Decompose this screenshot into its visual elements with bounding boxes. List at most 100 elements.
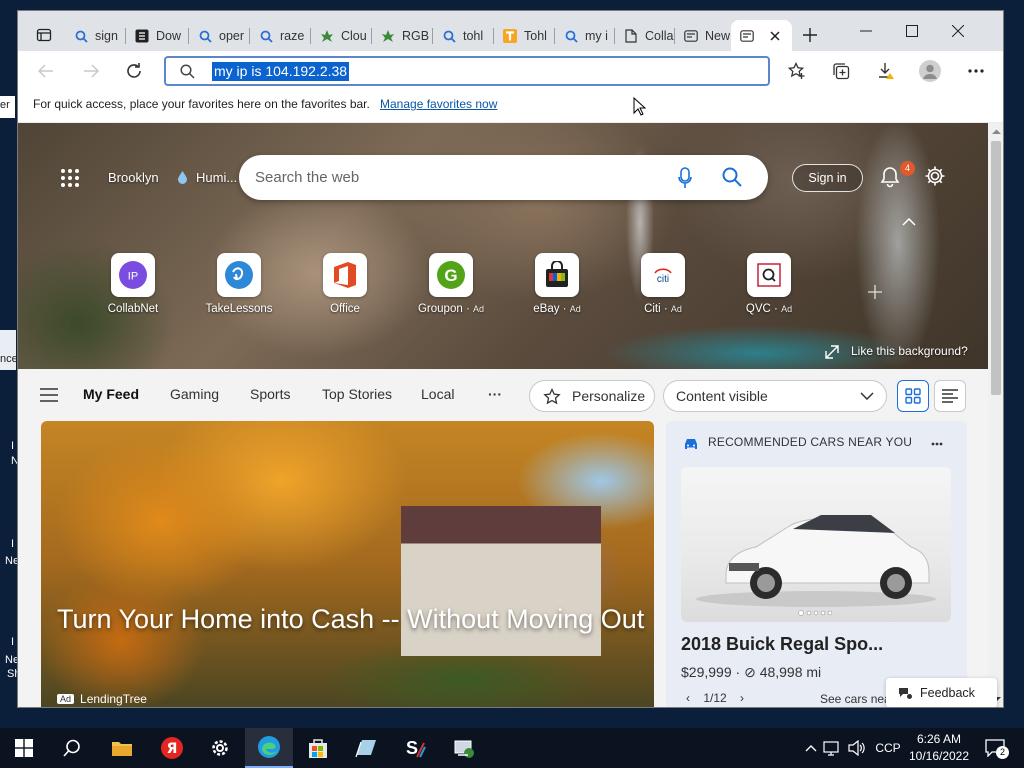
feed-tab-sports[interactable]: Sports <box>250 386 290 402</box>
add-favorite-button[interactable] <box>781 55 813 87</box>
vertical-scrollbar[interactable] <box>988 123 1003 707</box>
app-button[interactable] <box>342 728 390 768</box>
yandex-button[interactable]: Я <box>148 728 196 768</box>
card-more-icon[interactable] <box>931 442 943 446</box>
grid-view-button[interactable] <box>897 380 929 412</box>
tab-actions-button[interactable] <box>28 19 60 51</box>
downloads-button[interactable] <box>870 55 902 87</box>
top-site-tile[interactable]: citi Citi · Ad <box>608 253 718 315</box>
top-site-tile[interactable]: QVC · Ad <box>714 253 824 315</box>
car-mileage: 48,998 mi <box>759 664 822 680</box>
car-photo[interactable] <box>681 467 951 622</box>
browser-tab[interactable]: New <box>675 20 731 52</box>
add-site-icon[interactable] <box>868 285 882 299</box>
collections-button[interactable] <box>825 55 857 87</box>
browser-tab[interactable]: Clou <box>311 20 372 52</box>
gear-icon[interactable] <box>924 165 946 187</box>
tab-label: Tohl <box>524 29 547 43</box>
feed-tab-my-feed[interactable]: My Feed <box>83 386 139 402</box>
next-page-icon[interactable]: › <box>740 691 744 705</box>
show-hidden-icons-button[interactable] <box>803 728 819 768</box>
minimize-button[interactable] <box>843 11 889 51</box>
address-bar[interactable]: my ip is 104.192.2.38 <box>164 56 770 86</box>
app-button[interactable]: S <box>391 728 439 768</box>
edge-button[interactable] <box>245 728 293 768</box>
web-search-box[interactable]: Search the web <box>239 155 768 200</box>
top-site-tile[interactable]: eBay · Ad <box>502 253 612 315</box>
weather-location[interactable]: Brooklyn <box>108 170 159 185</box>
back-button[interactable] <box>30 55 62 87</box>
browser-tab[interactable]: oper <box>189 20 250 52</box>
content-visibility-value: Content visible <box>676 388 768 404</box>
svg-text:IP: IP <box>128 271 138 283</box>
top-site-tile[interactable]: TakeLessons <box>184 253 294 315</box>
scrollbar-thumb[interactable] <box>991 141 1001 395</box>
browser-tab[interactable]: my i <box>555 20 615 52</box>
sign-in-button[interactable]: Sign in <box>792 164 863 192</box>
personalize-button[interactable]: Personalize <box>529 380 655 412</box>
volume-button[interactable] <box>847 728 867 768</box>
list-view-button[interactable] <box>934 380 966 412</box>
browser-tab[interactable]: Tohl <box>494 20 555 52</box>
apps-grid-icon[interactable] <box>60 168 80 188</box>
desktop-icon-label[interactable]: I <box>11 440 14 452</box>
background-image: Brooklyn Humi... Search the web Sign in … <box>18 123 988 369</box>
content-visibility-select[interactable]: Content visible <box>663 380 887 412</box>
previous-page-icon[interactable]: ‹ <box>686 691 690 705</box>
see-cars-link[interactable]: See cars nea <box>820 692 891 706</box>
input-language-indicator[interactable]: CCP <box>873 728 903 768</box>
browser-tab[interactable]: sign <box>65 20 126 52</box>
top-site-label: QVC <box>745 303 771 315</box>
notification-center-button[interactable]: 2 <box>981 728 1009 768</box>
new-tab-button[interactable] <box>794 19 826 51</box>
file-explorer-button[interactable] <box>98 728 146 768</box>
manage-favorites-link[interactable]: Manage favorites now <box>380 97 497 111</box>
feed-tab-top-stories[interactable]: Top Stories <box>322 386 392 402</box>
search-icon[interactable] <box>722 167 742 187</box>
hamburger-menu-icon[interactable] <box>40 388 58 402</box>
scroll-up-icon[interactable] <box>992 129 1001 135</box>
browser-tab[interactable]: Colla <box>615 20 675 52</box>
desktop-icon-label[interactable]: I <box>11 636 14 648</box>
article-headline[interactable]: Turn Your Home into Cash -- Without Movi… <box>57 601 647 637</box>
settings-button[interactable] <box>196 728 244 768</box>
feed-tab-local[interactable]: Local <box>421 386 454 402</box>
start-button[interactable] <box>0 728 48 768</box>
bell-icon[interactable] <box>880 166 900 188</box>
car-title[interactable]: 2018 Buick Regal Spo... <box>681 634 883 655</box>
store-button[interactable] <box>294 728 342 768</box>
search-button[interactable] <box>48 728 96 768</box>
feed-tab-gaming[interactable]: Gaming <box>170 386 219 402</box>
featured-article-card[interactable]: Turn Your Home into Cash -- Without Movi… <box>41 421 654 707</box>
top-site-tile[interactable]: Office <box>290 253 400 315</box>
browser-tab[interactable]: Dow <box>126 20 189 52</box>
settings-more-button[interactable] <box>960 55 992 87</box>
network-button[interactable] <box>823 728 839 768</box>
forward-button[interactable] <box>75 55 107 87</box>
active-tab[interactable] <box>731 20 792 52</box>
address-bar-text[interactable]: my ip is 104.192.2.38 <box>212 62 350 81</box>
clock[interactable]: 6:26 AM 10/16/2022 <box>903 731 975 765</box>
browser-tab[interactable]: tohl <box>433 20 494 52</box>
feed-more-button[interactable]: ··· <box>488 386 502 402</box>
close-tab-icon[interactable] <box>767 28 783 44</box>
microphone-icon[interactable] <box>678 167 692 189</box>
app-button[interactable] <box>440 728 488 768</box>
top-site-tile[interactable]: G Groupon · Ad <box>396 253 506 315</box>
refresh-button[interactable] <box>118 55 150 87</box>
collapse-chevron-icon[interactable] <box>902 218 916 226</box>
close-window-button[interactable] <box>935 11 981 51</box>
feedback-button[interactable]: Feedback <box>886 678 997 707</box>
expand-icon[interactable] <box>825 345 839 359</box>
top-site-tile[interactable]: IP CollabNet <box>78 253 188 315</box>
browser-tab[interactable]: raze <box>250 20 311 52</box>
maximize-button[interactable] <box>889 11 935 51</box>
like-background-link[interactable]: Like this background? <box>851 344 968 358</box>
browser-tab[interactable]: RGB <box>372 20 433 52</box>
recommended-cars-card[interactable]: RECOMMENDED CARS NEAR YOU 2018 Buick Reg… <box>666 421 967 707</box>
tab-label: Clou <box>341 29 367 43</box>
search-icon <box>180 64 195 82</box>
profile-button[interactable] <box>914 55 946 87</box>
desktop-icon-label[interactable]: I <box>11 538 14 550</box>
weather-summary[interactable]: Humi... <box>196 170 237 185</box>
